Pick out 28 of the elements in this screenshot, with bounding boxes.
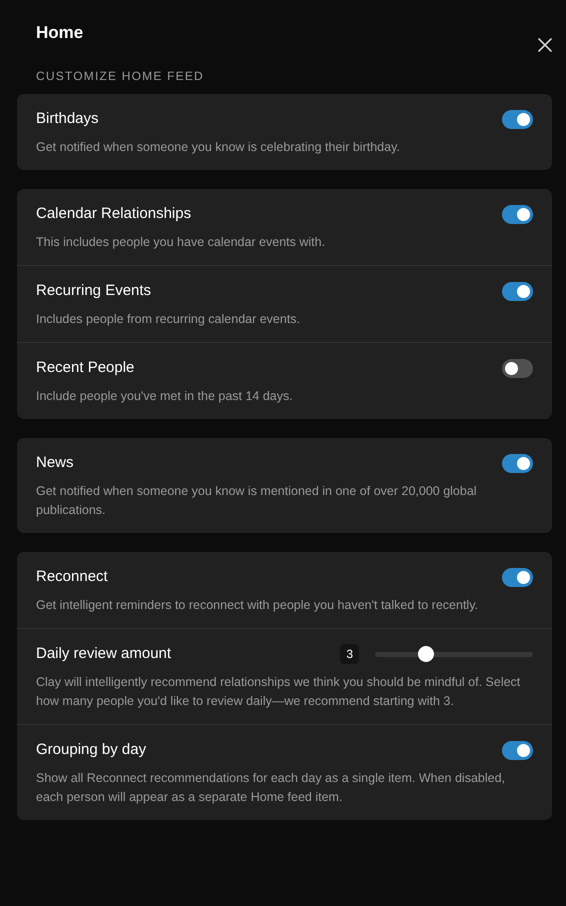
- setting-label: Daily review amount: [36, 644, 172, 664]
- setting-description: Get intelligent reminders to reconnect with people you haven't talked to recently.: [36, 597, 479, 614]
- setting-label: Recurring Events: [36, 281, 152, 301]
- toggle-switch[interactable]: [502, 454, 533, 472]
- setting-label: Calendar Relationships: [36, 204, 192, 224]
- slider-thumb[interactable]: [418, 646, 434, 662]
- setting-label: Birthdays: [36, 109, 99, 129]
- slider-value: 3: [340, 644, 359, 664]
- setting-description: Clay will intelligently recommend relationships we think you should be mindful of. Select how many people you'd like to review daily—we recommend starting with 3.: [36, 674, 522, 710]
- setting-description: Includes people from recurring calendar events.: [36, 311, 302, 328]
- toggle-switch[interactable]: [502, 204, 533, 224]
- setting-description: Show all Reconnect recommendations for each day as a single item. When disabled, each person will appear as a separate Home feed item.: [36, 770, 506, 806]
- toggle-switch[interactable]: [502, 282, 533, 300]
- panel-title: Home: [36, 22, 84, 44]
- close-button[interactable]: [538, 38, 552, 52]
- setting-description: This includes people you have calendar events with.: [36, 234, 326, 251]
- toggle-switch[interactable]: [502, 358, 533, 378]
- setting-label: Grouping by day: [36, 740, 146, 760]
- setting-description: Get notified when someone you know is celebrating their birthday.: [36, 139, 401, 156]
- setting-label: Recent People: [36, 358, 134, 378]
- setting-label: Reconnect: [36, 567, 108, 587]
- setting-description: Include people you've met in the past 14 days.: [36, 388, 294, 405]
- toggle-switch[interactable]: [502, 740, 533, 760]
- setting-label: News: [36, 453, 74, 473]
- section-label: CUSTOMIZE HOME FEED: [36, 68, 205, 85]
- toggle-switch[interactable]: [502, 110, 533, 128]
- toggle-switch[interactable]: [502, 568, 533, 586]
- setting-description: Get notified when someone you know is mentioned in one of over 20,000 global publications.: [36, 483, 478, 519]
